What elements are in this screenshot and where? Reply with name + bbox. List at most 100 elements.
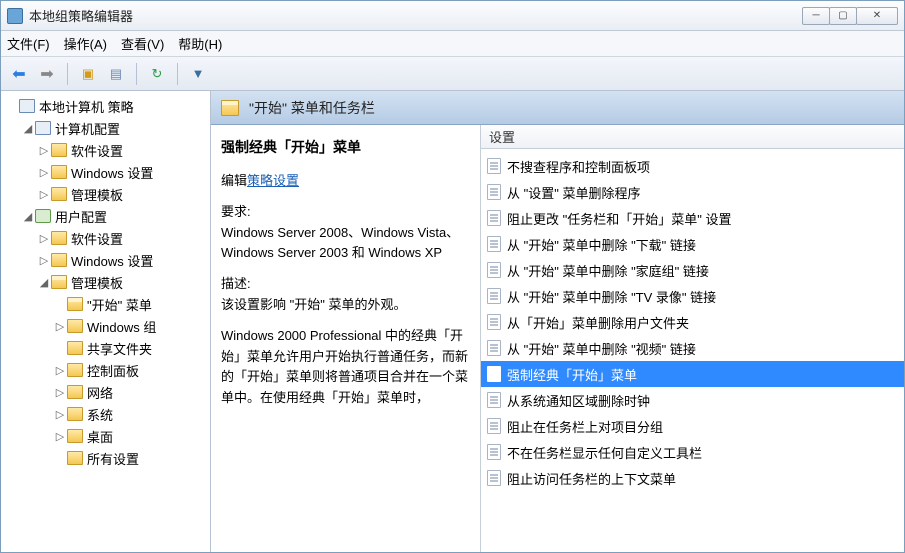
tree-label: 软件设置 [71, 141, 123, 160]
edit-label: 编辑 [221, 173, 247, 188]
expand-icon[interactable]: ▷ [37, 232, 51, 245]
tree-comp-windows[interactable]: ▷Windows 设置 [3, 161, 208, 183]
list-item[interactable]: 不在任务栏显示任何自定义工具栏 [481, 439, 904, 465]
list-item[interactable]: 阻止访问任务栏的上下文菜单 [481, 465, 904, 491]
folder-icon [51, 165, 67, 179]
close-button[interactable]: ✕ [856, 7, 898, 25]
list-item[interactable]: 阻止在任务栏上对项目分组 [481, 413, 904, 439]
list-item[interactable]: 强制经典「开始」菜单 [481, 361, 904, 387]
minimize-button[interactable]: ─ [802, 7, 830, 25]
requirements-label: 要求: [221, 204, 251, 219]
menubar: 文件(F) 操作(A) 查看(V) 帮助(H) [1, 31, 904, 57]
list-item[interactable]: 从系统通知区域删除时钟 [481, 387, 904, 413]
collapse-icon[interactable]: ◢ [21, 122, 35, 135]
expand-icon[interactable]: ▷ [53, 364, 67, 377]
list-column-header[interactable]: 设置 [481, 125, 904, 149]
tree-network[interactable]: ▷网络 [3, 381, 208, 403]
titlebar: 本地组策略编辑器 ─ ▢ ✕ [1, 1, 904, 31]
list-item[interactable]: 从 "开始" 菜单中删除 "视频" 链接 [481, 335, 904, 361]
list-item-label: 不搜查程序和控制面板项 [507, 157, 650, 176]
description-label: 描述: [221, 276, 251, 291]
arrow-left-icon: ⬅ [12, 64, 25, 84]
user-icon [35, 209, 51, 223]
expand-icon[interactable]: ▷ [37, 144, 51, 157]
folder-icon [67, 385, 83, 399]
policy-setting-icon [487, 470, 501, 486]
computer-icon [35, 121, 51, 135]
properties-button[interactable]: ▤ [104, 62, 128, 86]
expand-icon[interactable]: ▷ [53, 430, 67, 443]
expand-icon[interactable]: ▷ [53, 408, 67, 421]
menu-action[interactable]: 操作(A) [64, 34, 107, 53]
policy-icon [19, 99, 35, 113]
list-item[interactable]: 阻止更改 "任务栏和「开始」菜单" 设置 [481, 205, 904, 231]
list-item[interactable]: 从 "设置" 菜单删除程序 [481, 179, 904, 205]
menu-view[interactable]: 查看(V) [121, 34, 164, 53]
maximize-button[interactable]: ▢ [829, 7, 857, 25]
expand-icon[interactable]: ▷ [53, 320, 67, 333]
list-item[interactable]: 从 "开始" 菜单中删除 "下载" 链接 [481, 231, 904, 257]
tree-all-settings[interactable]: 所有设置 [3, 447, 208, 469]
collapse-icon[interactable]: ◢ [21, 210, 35, 223]
up-button[interactable]: ▣ [76, 62, 100, 86]
toolbar-separator [177, 63, 178, 85]
tree-label: 系统 [87, 405, 113, 424]
policy-setting-icon [487, 210, 501, 226]
folder-open-icon [221, 100, 239, 116]
expand-icon[interactable]: ▷ [53, 386, 67, 399]
refresh-button[interactable]: ↻ [145, 62, 169, 86]
tree-user-software[interactable]: ▷ 软件设置 [3, 227, 208, 249]
tree-user-config[interactable]: ◢用户配置 [3, 205, 208, 227]
tree-user-windows[interactable]: ▷ Windows 设置 [3, 249, 208, 271]
tree-label: 管理模板 [71, 185, 123, 204]
expand-icon[interactable]: ▷ [37, 254, 51, 267]
list-item[interactable]: 从 "开始" 菜单中删除 "家庭组" 链接 [481, 257, 904, 283]
policy-setting-icon [487, 444, 501, 460]
list-item[interactable]: 不搜查程序和控制面板项 [481, 153, 904, 179]
list-item-label: 阻止访问任务栏的上下文菜单 [507, 469, 676, 488]
tree-windows-components[interactable]: ▷ Windows 组 [3, 315, 208, 337]
tree-comp-software[interactable]: ▷ 软件设置 [3, 139, 208, 161]
tree-user-admin[interactable]: ◢管理模板 [3, 271, 208, 293]
content-header: "开始" 菜单和任务栏 [211, 91, 904, 125]
expand-icon[interactable]: ▷ [37, 166, 51, 179]
tree-computer-config[interactable]: ◢计算机配置 [3, 117, 208, 139]
tree-label: 软件设置 [71, 229, 123, 248]
list-item-label: 从系统通知区域删除时钟 [507, 391, 650, 410]
policy-setting-icon [487, 262, 501, 278]
tree-label: Windows 组 [87, 317, 156, 336]
policy-setting-icon [487, 236, 501, 252]
list-item[interactable]: 从「开始」菜单删除用户文件夹 [481, 309, 904, 335]
menu-help[interactable]: 帮助(H) [178, 34, 222, 53]
policy-setting-icon [487, 288, 501, 304]
tree-desktop[interactable]: ▷桌面 [3, 425, 208, 447]
tree-system[interactable]: ▷ 系统 [3, 403, 208, 425]
tree-comp-admin[interactable]: ▷ 管理模板 [3, 183, 208, 205]
tree-pane: 本地计算机 策略 ◢计算机配置 ▷软件设置 ▷Windows 设置 ▷管理模板 … [1, 91, 211, 552]
policy-setting-icon [487, 158, 501, 174]
list-item-label: 从 "开始" 菜单中删除 "视频" 链接 [507, 339, 696, 358]
edit-policy-link[interactable]: 策略设置 [247, 173, 299, 188]
folder-open-icon [51, 275, 67, 289]
list-item[interactable]: 从 "开始" 菜单中删除 "TV 录像" 链接 [481, 283, 904, 309]
nav-back-button[interactable]: ⬅ [7, 62, 31, 86]
folder-up-icon: ▣ [82, 66, 94, 82]
tree-label: Windows 设置 [71, 251, 153, 270]
tree-label: 所有设置 [87, 449, 139, 468]
list-item-label: 从「开始」菜单删除用户文件夹 [507, 313, 689, 332]
tree-shared-folders[interactable]: 共享文件夹 [3, 337, 208, 359]
expand-icon[interactable]: ▷ [37, 188, 51, 201]
nav-forward-button[interactable]: ➡ [35, 62, 59, 86]
settings-list-pane: 设置 不搜查程序和控制面板项从 "设置" 菜单删除程序阻止更改 "任务栏和「开始… [481, 125, 904, 552]
tree-root[interactable]: 本地计算机 策略 [3, 95, 208, 117]
menu-file[interactable]: 文件(F) [7, 34, 50, 53]
list-item-label: 从 "开始" 菜单中删除 "TV 录像" 链接 [507, 287, 716, 306]
collapse-icon[interactable]: ◢ [37, 276, 51, 289]
filter-button[interactable]: ▼ [186, 62, 210, 86]
app-icon [7, 8, 23, 24]
folder-icon [67, 407, 83, 421]
tree-start-menu[interactable]: "开始" 菜单 [3, 293, 208, 315]
content-title: "开始" 菜单和任务栏 [249, 98, 375, 118]
folder-icon [51, 253, 67, 267]
tree-control-panel[interactable]: ▷控制面板 [3, 359, 208, 381]
